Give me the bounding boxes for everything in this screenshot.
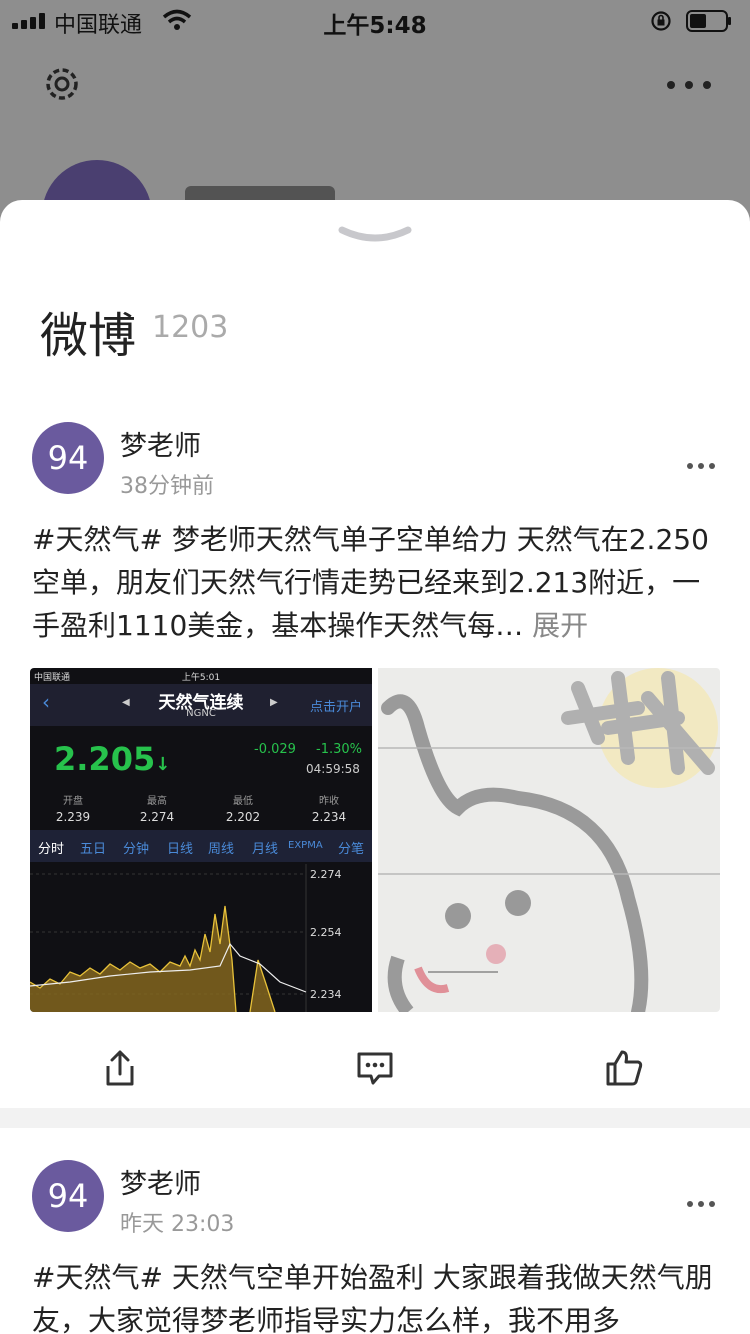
cartoon-drawing	[378, 668, 720, 1012]
stock-quote-time: 04:59:58	[306, 762, 360, 776]
stock-stats: 开盘 2.239 最高 2.274 最低 2.202 昨收 2.234	[30, 792, 372, 828]
tab-monthly[interactable]: 月线	[252, 838, 278, 857]
stat-open: 开盘 2.239	[55, 796, 91, 824]
stock-price: 2.205↓	[54, 740, 170, 778]
weibo-count: 1203	[152, 310, 229, 345]
stock-status-bar: 中国联通 上午5:01	[30, 668, 372, 684]
share-icon[interactable]	[100, 1048, 140, 1088]
post-time: 昨天 23:03	[120, 1212, 235, 1237]
post-text[interactable]: #天然气# 天然气空单开始盈利 大家跟着我做天然气朋友，大家觉得梦老师指导实力怎…	[32, 1256, 722, 1334]
author-name[interactable]: 梦老师	[120, 1162, 201, 1201]
like-icon[interactable]	[604, 1048, 644, 1088]
author-name[interactable]: 梦老师	[120, 424, 201, 463]
post-time: 38分钟前	[120, 474, 214, 499]
y-label-mid: 2.254	[310, 926, 342, 939]
rotation-lock-icon	[651, 11, 671, 31]
post-more-icon[interactable]	[686, 1200, 716, 1208]
sheet-title: 微博	[40, 308, 137, 364]
stat-low: 最低 2.202	[225, 796, 261, 824]
tab-minute[interactable]: 分钟	[123, 838, 149, 857]
settings-gear-icon[interactable]	[40, 62, 84, 106]
avatar[interactable]: 94	[32, 422, 104, 494]
battery-icon	[686, 10, 731, 32]
stock-change: -0.029	[254, 742, 296, 757]
tab-daily[interactable]: 日线	[167, 838, 193, 857]
post-image-cartoon[interactable]	[378, 668, 720, 1012]
stock-header: ‹ ◀ 天然气连续 NGNC ▶ 点击开户	[30, 684, 372, 726]
tab-expma[interactable]: EXPMA	[288, 840, 323, 851]
tab-ticks[interactable]: 分笔	[338, 838, 364, 857]
down-arrow-icon: ↓	[155, 754, 171, 775]
expand-link[interactable]: 展开	[532, 609, 588, 642]
avatar[interactable]: 94	[32, 1160, 104, 1232]
more-dots-icon[interactable]	[666, 80, 712, 90]
chevron-down-icon[interactable]	[338, 224, 412, 248]
status-time: 上午5:48	[323, 13, 427, 39]
post-image-stock-chart[interactable]: 中国联通 上午5:01 ‹ ◀ 天然气连续 NGNC ▶ 点击开户 2.205↓…	[30, 668, 372, 1012]
tab-intraday[interactable]: 分时	[38, 838, 64, 857]
stock-status-time: 上午5:01	[181, 673, 221, 683]
comment-icon[interactable]	[355, 1048, 395, 1088]
y-label-low: 2.234	[310, 988, 342, 1001]
weibo-sheet: 微博 1203 94 梦老师 38分钟前 #天然气# 梦老师天然气单子空单给力 …	[0, 200, 750, 1334]
status-bar: 中国联通 上午5:48	[0, 0, 750, 44]
stat-prev-close: 昨收 2.234	[311, 796, 347, 824]
post-more-icon[interactable]	[686, 462, 716, 470]
y-label-high: 2.274	[310, 868, 342, 881]
post-text-content: #天然气# 梦老师天然气单子空单给力 天然气在2.250空单，朋友们天然气行情走…	[32, 523, 709, 642]
next-arrow-icon[interactable]: ▶	[270, 697, 278, 708]
tab-weekly[interactable]: 周线	[208, 838, 234, 857]
stat-high: 最高 2.274	[139, 796, 175, 824]
stock-price-value: 2.205	[54, 740, 156, 778]
tab-5day[interactable]: 五日	[80, 838, 106, 857]
post-divider	[0, 1108, 750, 1128]
open-account-link[interactable]: 点击开户	[310, 696, 362, 715]
stock-change-pct: -1.30%	[316, 742, 362, 757]
stock-tabs: 分时 五日 分钟 日线 周线 月线 EXPMA 分笔	[30, 830, 372, 862]
post-text[interactable]: #天然气# 梦老师天然气单子空单给力 天然气在2.250空单，朋友们天然气行情走…	[32, 518, 722, 647]
